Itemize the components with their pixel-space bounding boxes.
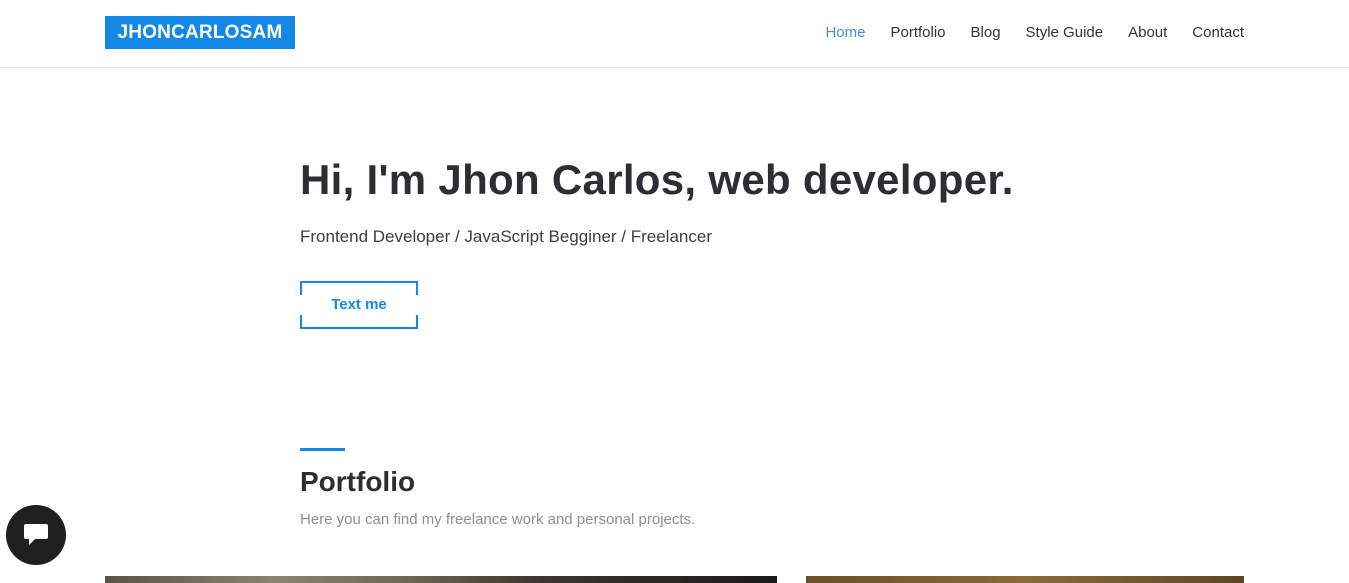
portfolio-thumbnail[interactable] xyxy=(105,576,777,583)
nav-item-contact[interactable]: Contact xyxy=(1192,23,1244,43)
site-header: JHONCARLOSAM Home Portfolio Blog Style G… xyxy=(0,0,1349,68)
section-divider xyxy=(300,448,345,451)
site-logo[interactable]: JHONCARLOSAM xyxy=(105,16,295,49)
portfolio-description: Here you can find my freelance work and … xyxy=(300,511,696,528)
hero-title: Hi, I'm Jhon Carlos, web developer. xyxy=(300,156,1014,203)
hero-subtitle: Frontend Developer / JavaScript Begginer… xyxy=(300,227,712,246)
nav-item-style-guide[interactable]: Style Guide xyxy=(1026,23,1104,43)
main-nav: Home Portfolio Blog Style Guide About Co… xyxy=(800,23,1244,43)
nav-item-home[interactable]: Home xyxy=(825,23,865,43)
portfolio-thumbnail[interactable] xyxy=(806,576,1244,583)
text-me-button-label: Text me xyxy=(331,296,387,313)
text-me-button[interactable]: Text me xyxy=(300,281,418,329)
nav-item-about[interactable]: About xyxy=(1128,23,1167,43)
chat-button[interactable] xyxy=(6,505,66,565)
portfolio-title: Portfolio xyxy=(300,466,416,497)
nav-item-portfolio[interactable]: Portfolio xyxy=(890,23,945,43)
chat-bubble-icon xyxy=(24,524,48,545)
nav-item-blog[interactable]: Blog xyxy=(971,23,1001,43)
